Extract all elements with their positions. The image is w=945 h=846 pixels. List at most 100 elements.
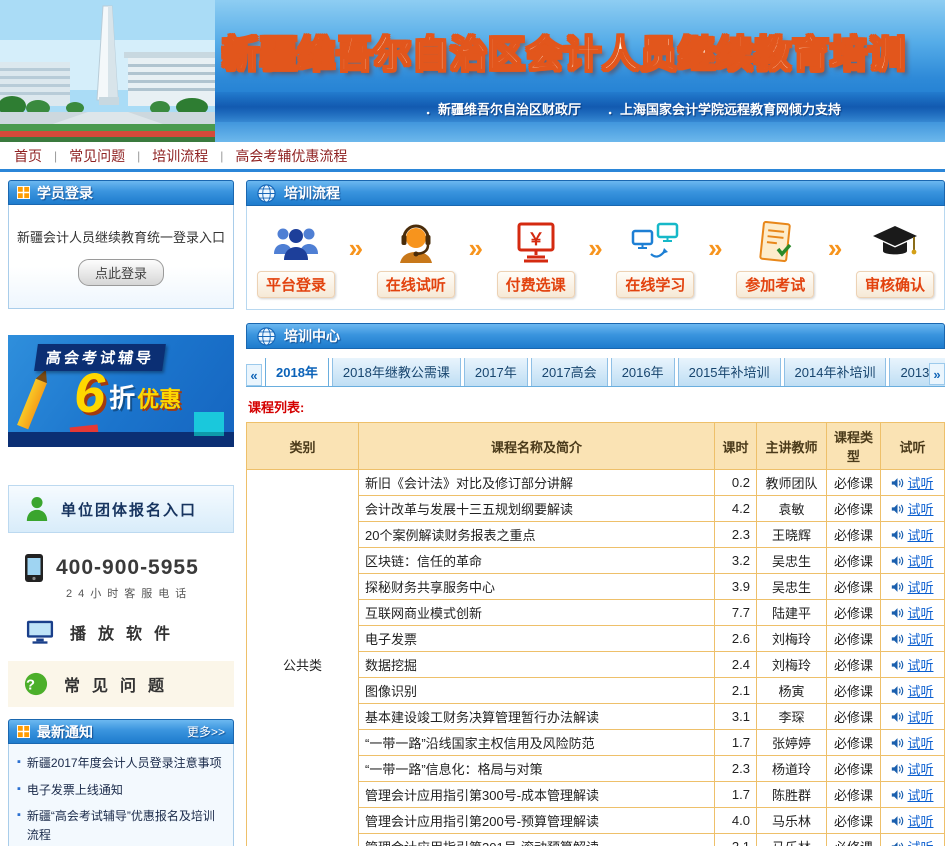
notice-item[interactable]: ▪ 新疆2017年度会计人员登录注意事项 [17, 754, 225, 773]
course-list-label: 课程列表: [248, 397, 945, 416]
listen-link[interactable]: 试听 [891, 603, 933, 622]
listen-label: 试听 [907, 811, 933, 830]
listen-link[interactable]: 试听 [891, 681, 933, 700]
course-table: 类别 课程名称及简介 课时 主讲教师 课程类型 试听 公共类新旧《会计法》对比及… [246, 422, 945, 846]
sponsor-finance-dept: ．新疆维吾尔自治区财政厅 [425, 99, 581, 118]
bullet-icon: ▪ [17, 807, 21, 844]
year-tab[interactable]: 2017高会 [531, 358, 608, 386]
course-hours: 2.3 [715, 756, 757, 782]
listen-label: 试听 [907, 551, 933, 570]
pencil-icon [17, 379, 47, 430]
center-section-header: 培训中心 [246, 323, 945, 349]
promo-banner[interactable]: 高会考试辅导 6 折 优惠 [8, 335, 234, 447]
course-name: 电子发票 [359, 626, 715, 652]
course-hours: 2.6 [715, 626, 757, 652]
course-name: 管理会计应用指引第201号-滚动预算解读 [359, 834, 715, 846]
listen-link[interactable]: 试听 [891, 473, 933, 492]
center-section-title: 培训中心 [284, 326, 340, 346]
notice-item[interactable]: ▪ 电子发票上线通知 [17, 781, 225, 800]
svg-text:?: ? [26, 678, 46, 694]
course-listen-cell: 试听 [881, 626, 945, 652]
listen-link[interactable]: 试听 [891, 811, 933, 830]
nav-gaokuai-discount[interactable]: 高会考辅优惠流程 [235, 146, 347, 166]
course-teacher: 李琛 [757, 704, 827, 730]
arrow-separator-icon: » [349, 233, 363, 284]
course-hours: 2.1 [715, 678, 757, 704]
listen-link[interactable]: 试听 [891, 551, 933, 570]
listen-label: 试听 [907, 785, 933, 804]
promo-discount-number: 6 [74, 365, 105, 421]
year-tab[interactable]: 2018年 [265, 358, 329, 387]
listen-label: 试听 [907, 655, 933, 674]
header-hours: 课时 [715, 423, 757, 470]
course-name: 基本建设竣工财务决算管理暂行办法解读 [359, 704, 715, 730]
listen-label: 试听 [907, 837, 933, 846]
nav-separator: | [220, 149, 223, 163]
faq-entry[interactable]: ? 常见问题 [8, 661, 234, 707]
year-tab[interactable]: 2014年补培训 [784, 358, 887, 386]
course-listen-cell: 试听 [881, 470, 945, 496]
course-type: 必修课 [827, 704, 881, 730]
course-teacher: 杨寅 [757, 678, 827, 704]
headset-person-icon [392, 219, 440, 263]
listen-label: 试听 [907, 733, 933, 752]
step-online-listen: 在线试听 [377, 219, 455, 298]
listen-link[interactable]: 试听 [891, 837, 933, 846]
notice-item[interactable]: ▪ 新疆“高会考试辅导”优惠报名及培训流程 [17, 807, 225, 844]
arrow-separator-icon: » [828, 233, 842, 284]
nav-home[interactable]: 首页 [14, 146, 42, 166]
listen-link[interactable]: 试听 [891, 759, 933, 778]
login-button[interactable]: 点此登录 [78, 259, 164, 286]
course-hours: 4.2 [715, 496, 757, 522]
question-icon: ? [24, 672, 48, 696]
course-hours: 7.7 [715, 600, 757, 626]
nav-faq[interactable]: 常见问题 [69, 146, 125, 166]
listen-link[interactable]: 试听 [891, 629, 933, 648]
process-section-header: 培训流程 [246, 180, 945, 206]
listen-label: 试听 [907, 577, 933, 596]
course-hours: 4.0 [715, 808, 757, 834]
listen-link[interactable]: 试听 [891, 707, 933, 726]
hotline-number: 400-900-5955 [56, 556, 199, 580]
listen-link[interactable]: 试听 [891, 499, 933, 518]
course-teacher: 马乐林 [757, 834, 827, 846]
course-teacher: 刘梅玲 [757, 626, 827, 652]
nav-process[interactable]: 培训流程 [152, 146, 208, 166]
speaker-icon [891, 841, 904, 846]
year-tab[interactable]: 2017年 [464, 358, 528, 386]
course-teacher: 吴忠生 [757, 574, 827, 600]
header-category: 类别 [247, 423, 359, 470]
course-type: 必修课 [827, 626, 881, 652]
speaker-icon [891, 659, 904, 671]
listen-link[interactable]: 试听 [891, 733, 933, 752]
player-download[interactable]: 播放软件 [18, 619, 224, 645]
listen-link[interactable]: 试听 [891, 785, 933, 804]
course-type: 必修课 [827, 600, 881, 626]
year-tab[interactable]: 2016年 [611, 358, 675, 386]
header-course-type: 课程类型 [827, 423, 881, 470]
group-signup-entry[interactable]: 单位团体报名入口 [8, 485, 234, 533]
notice-text: 电子发票上线通知 [27, 781, 123, 800]
notice-more-link[interactable]: 更多>> [187, 723, 225, 740]
tabs-scroll-left[interactable]: « [246, 364, 262, 386]
promo-discount-unit: 折 [109, 378, 135, 415]
campus-photo-illustration [0, 0, 215, 142]
course-type: 必修课 [827, 548, 881, 574]
course-hours: 2.1 [715, 834, 757, 846]
listen-link[interactable]: 试听 [891, 655, 933, 674]
listen-link[interactable]: 试听 [891, 525, 933, 544]
speaker-icon [891, 737, 904, 749]
year-tab[interactable]: 2015年补培训 [678, 358, 781, 386]
course-type: 必修课 [827, 730, 881, 756]
globe-icon [257, 327, 276, 346]
users-icon [272, 219, 320, 263]
course-teacher: 袁敏 [757, 496, 827, 522]
course-teacher: 刘梅玲 [757, 652, 827, 678]
year-tab[interactable]: 2018年继教公需课 [332, 358, 461, 386]
course-row: 公共类新旧《会计法》对比及修订部分讲解 0.2 教师团队 必修课 [247, 470, 945, 496]
listen-link[interactable]: 试听 [891, 577, 933, 596]
tabs-scroll-right[interactable]: » [929, 363, 945, 385]
course-teacher: 陆建平 [757, 600, 827, 626]
banner-sponsors: ．新疆维吾尔自治区财政厅 ．上海国家会计学院远程教育网倾力支持 [425, 99, 841, 118]
listen-label: 试听 [907, 707, 933, 726]
